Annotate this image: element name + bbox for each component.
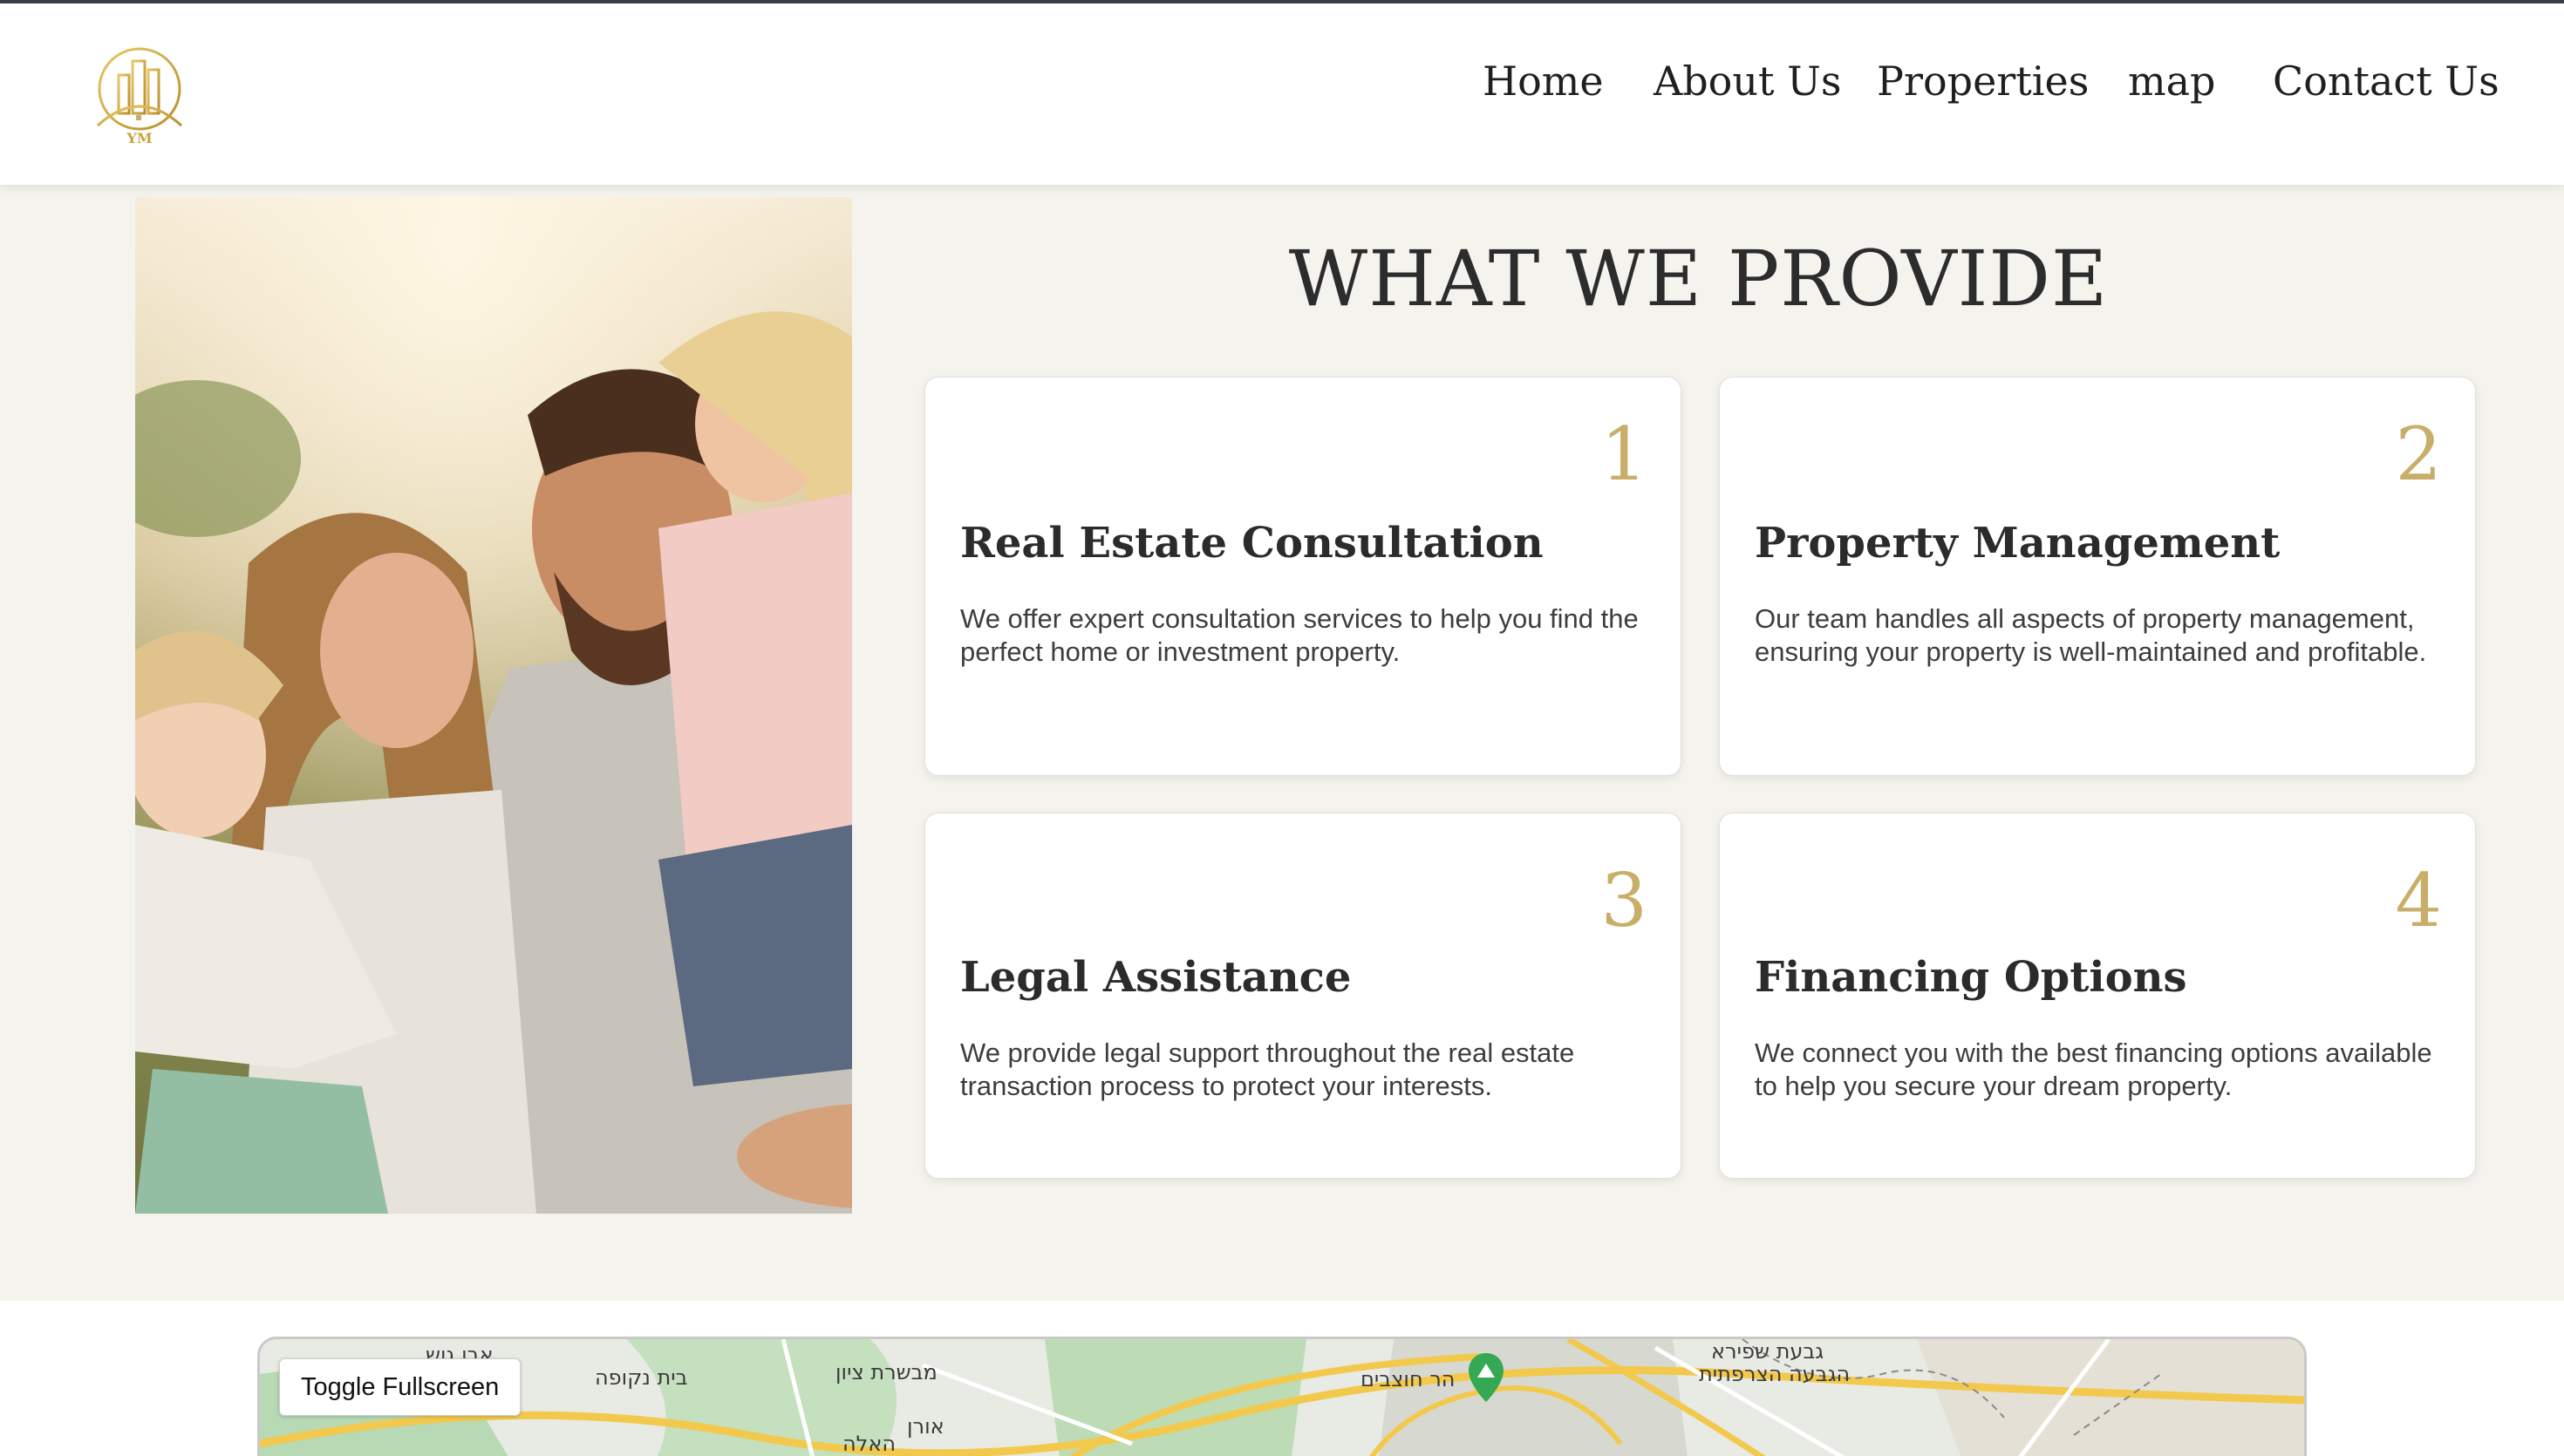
card-number: 4 [2395,858,2442,943]
service-card: 4 Financing Options We connect you with … [1719,813,2476,1179]
map-label: גבעת שפירא [1711,1339,1824,1364]
card-title: Financing Options [1755,953,2187,1002]
card-title: Legal Assistance [960,953,1352,1002]
logo-building-icon: YM [96,47,183,146]
nav-about-us[interactable]: About Us [1654,58,1841,105]
nav-home[interactable]: Home [1483,58,1604,105]
card-number: 1 [1600,412,1647,497]
nav-contact-us[interactable]: Contact Us [2273,58,2499,105]
card-description: We connect you with the best financing o… [1755,1038,2432,1101]
map-label: בית נקופה [595,1365,688,1390]
card-description: Our team handles all aspects of property… [1755,603,2427,667]
embedded-map[interactable]: בית נקופה מבשרת ציון הר חוצבים גבעת שפיר… [257,1337,2307,1456]
service-card: 1 Real Estate Consultation We offer expe… [924,377,1681,776]
nav-properties[interactable]: Properties [1877,58,2089,105]
card-description: We provide legal support throughout the … [960,1038,1575,1101]
card-number: 2 [2395,412,2442,497]
map-label: הגבעה הצרפתית [1699,1362,1851,1386]
card-description: We offer expert consultation services to… [960,603,1639,667]
map-label: הר חוצבים [1360,1367,1456,1391]
card-number: 3 [1600,858,1647,943]
map-tiles [260,1339,2304,1456]
toggle-fullscreen-button[interactable]: Toggle Fullscreen [279,1358,522,1416]
logo-text: YM [126,130,152,146]
family-photo [135,197,852,1214]
nav-map[interactable]: map [2128,58,2216,105]
service-card: 3 Legal Assistance We provide legal supp… [924,813,1681,1179]
logo[interactable]: YM [94,45,185,148]
card-title: Real Estate Consultation [960,519,1544,568]
map-label: האלה [842,1432,897,1456]
map-label: מבשרת ציון [835,1360,938,1385]
service-card: 2 Property Management Our team handles a… [1719,377,2476,776]
map-pin-icon[interactable] [1467,1351,1505,1404]
site-header: YM Home About Us Properties map Contact … [0,3,2564,185]
section-title: WHAT WE PROVIDE [1288,234,2109,323]
map-label: אורן [907,1414,944,1439]
card-title: Property Management [1755,519,2281,568]
